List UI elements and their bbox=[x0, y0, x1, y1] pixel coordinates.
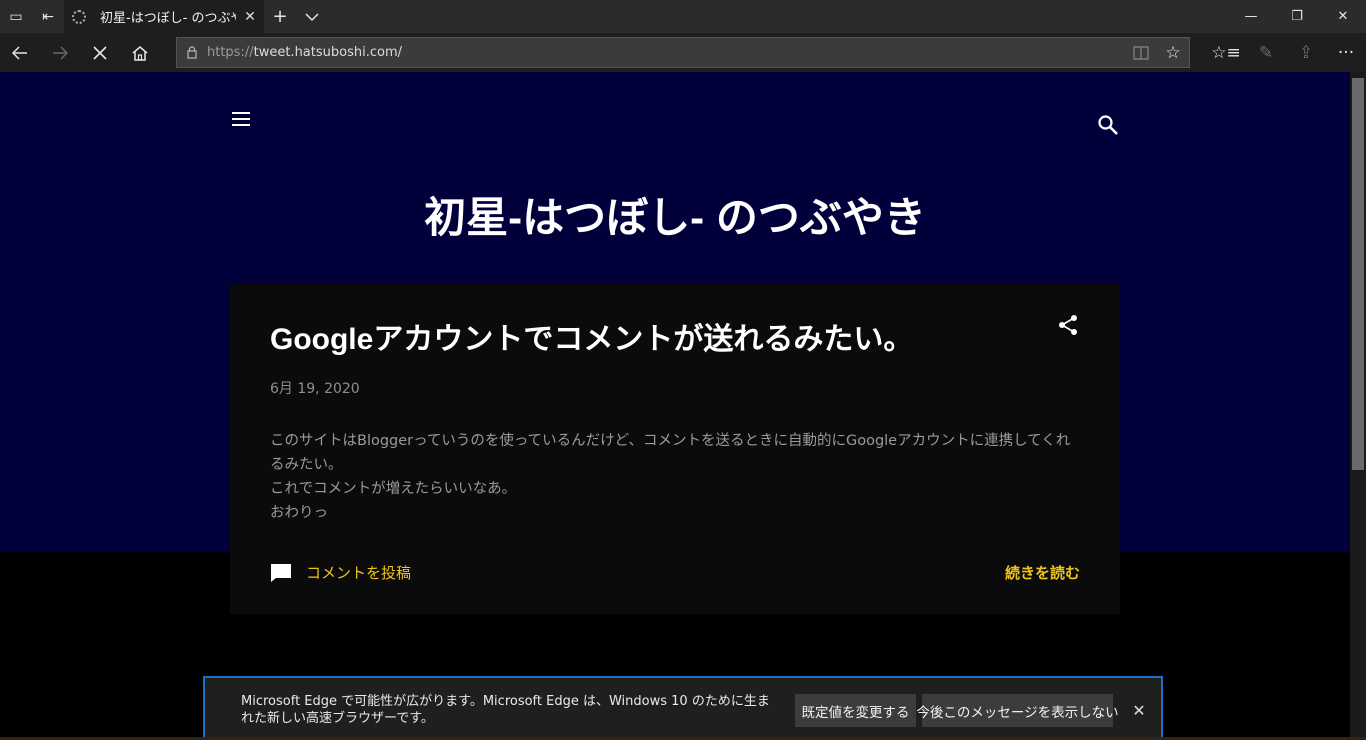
stop-button[interactable] bbox=[80, 33, 120, 72]
star-icon[interactable]: ☆ bbox=[1157, 43, 1189, 63]
lock-icon[interactable] bbox=[177, 46, 207, 59]
pen-icon[interactable]: ✎ bbox=[1246, 33, 1286, 72]
address-bar[interactable]: https://tweet.hatsuboshi.com/ ☆ bbox=[176, 37, 1190, 68]
restore-button[interactable]: ❐ bbox=[1274, 0, 1320, 33]
back-button[interactable] bbox=[0, 33, 40, 72]
comment-label: コメントを投稿 bbox=[306, 564, 412, 582]
share-icon[interactable]: ⇪ bbox=[1286, 33, 1326, 72]
search-icon[interactable] bbox=[1097, 114, 1119, 136]
window-controls: — ❐ ✕ bbox=[1228, 0, 1366, 33]
chevron-down-icon bbox=[305, 12, 319, 21]
navigation-bar: https://tweet.hatsuboshi.com/ ☆ ☆≡ ✎ ⇪ ·… bbox=[0, 33, 1366, 72]
new-tab-button[interactable]: + bbox=[264, 0, 296, 33]
window-close-button[interactable]: ✕ bbox=[1320, 0, 1366, 33]
active-tab[interactable]: 初星-はつぼし- のつぶやき ✕ bbox=[64, 0, 264, 33]
more-icon[interactable]: ··· bbox=[1326, 33, 1366, 72]
close-icon[interactable]: ✕ bbox=[236, 3, 264, 31]
minimize-button[interactable]: — bbox=[1228, 0, 1274, 33]
post-body: このサイトはBloggerっていうのを使っているんだけど、コメントを送るときに自… bbox=[270, 429, 1080, 525]
page-content: 初星-はつぼし- のつぶやき Googleアカウントでコメントが送れるみたい。 … bbox=[0, 72, 1350, 740]
url-protocol: https:// bbox=[207, 45, 254, 60]
loading-spinner-icon bbox=[72, 9, 86, 24]
post-date[interactable]: 6月 19, 2020 bbox=[270, 378, 360, 398]
dont-show-again-button[interactable]: 今後このメッセージを表示しない bbox=[916, 694, 1119, 727]
toolbar-right: ☆≡ ✎ ⇪ ··· bbox=[1206, 33, 1366, 72]
forward-button[interactable] bbox=[40, 33, 80, 72]
set-aside-tabs-icon[interactable]: ⇤ bbox=[32, 0, 64, 33]
post-paragraph: これでコメントが増えたらいいなあ。 bbox=[270, 481, 517, 497]
scrollbar-thumb[interactable] bbox=[1352, 78, 1364, 470]
post-comment-link[interactable]: コメントを投稿 bbox=[270, 562, 411, 583]
close-icon[interactable]: ✕ bbox=[1127, 698, 1151, 722]
hamburger-menu-icon[interactable] bbox=[232, 112, 252, 128]
forward-arrow-icon bbox=[53, 45, 68, 60]
post-paragraph: おわりっ bbox=[270, 505, 328, 521]
notification-message: Microsoft Edge で可能性が広がります。Microsoft Edge… bbox=[241, 694, 770, 726]
tab-actions-icon[interactable]: ▭ bbox=[0, 0, 32, 33]
back-arrow-icon bbox=[12, 45, 27, 60]
reading-view-icon[interactable] bbox=[1125, 45, 1157, 60]
post-title[interactable]: Googleアカウントでコメントが送れるみたい。 bbox=[270, 314, 1030, 358]
tab-title: 初星-はつぼし- のつぶやき bbox=[100, 11, 236, 26]
post-card: Googleアカウントでコメントが送れるみたい。 6月 19, 2020 このサ… bbox=[230, 284, 1120, 614]
blog-title[interactable]: 初星-はつぼし- のつぶやき bbox=[230, 184, 1120, 245]
home-button[interactable] bbox=[120, 33, 160, 72]
edge-notification-bar: Microsoft Edge で可能性が広がります。Microsoft Edge… bbox=[203, 676, 1163, 740]
share-icon[interactable] bbox=[1057, 314, 1079, 336]
post-paragraph: このサイトはBloggerっていうのを使っているんだけど、コメントを送るときに自… bbox=[270, 433, 1071, 473]
change-default-button[interactable]: 既定値を変更する bbox=[795, 694, 916, 727]
comment-icon bbox=[271, 563, 291, 582]
tab-bar: ▭ ⇤ 初星-はつぼし- のつぶやき ✕ + — ❐ ✕ bbox=[0, 0, 1366, 33]
home-icon bbox=[132, 45, 148, 61]
tab-preview-button[interactable] bbox=[296, 0, 328, 33]
favorites-hub-icon[interactable]: ☆≡ bbox=[1206, 33, 1246, 72]
url-text[interactable]: https://tweet.hatsuboshi.com/ bbox=[207, 45, 1125, 60]
read-more-link[interactable]: 続きを読む bbox=[1005, 562, 1080, 583]
stop-icon bbox=[93, 45, 107, 60]
url-host: tweet.hatsuboshi.com/ bbox=[253, 45, 402, 60]
plus-icon: + bbox=[272, 6, 288, 27]
